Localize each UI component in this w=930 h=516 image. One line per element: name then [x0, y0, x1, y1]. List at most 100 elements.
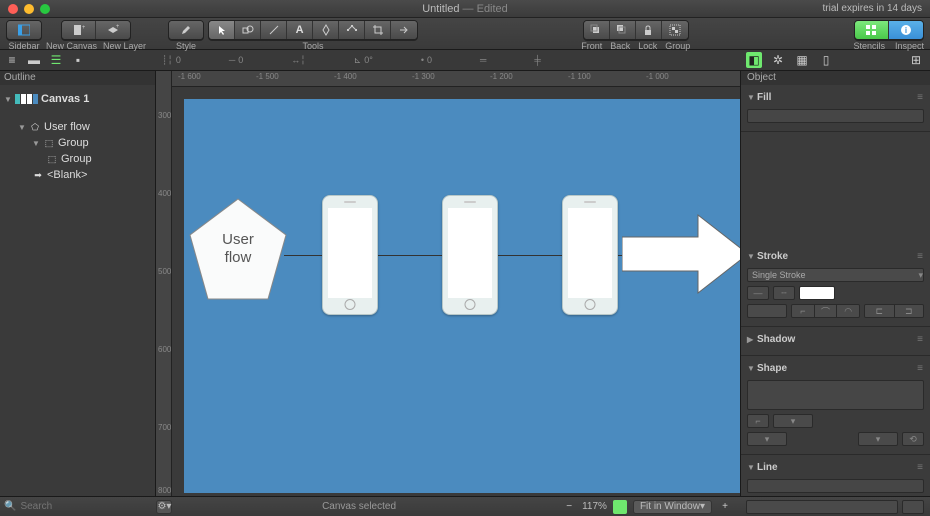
- stamp-tool-button[interactable]: [391, 21, 417, 39]
- bring-front-button[interactable]: [584, 21, 610, 39]
- tree-canvas-row[interactable]: ▼ Canvas 1: [0, 91, 155, 107]
- style-button[interactable]: [169, 21, 203, 39]
- section-menu-icon[interactable]: ≡: [917, 251, 924, 262]
- lock-button[interactable]: [636, 21, 662, 39]
- window-minimize-button[interactable]: [24, 4, 34, 14]
- pentagon-icon: ⬠: [29, 121, 41, 133]
- ruler-tick: 400: [158, 189, 171, 198]
- pen-tool-button[interactable]: [313, 21, 339, 39]
- horizontal-ruler[interactable]: -1 600 -1 500 -1 400 -1 300 -1 200 -1 10…: [172, 71, 740, 87]
- disclosure-icon[interactable]: ▼: [4, 95, 12, 104]
- search-input[interactable]: [20, 501, 152, 512]
- arrow-right-icon: [398, 24, 410, 36]
- shape-lock-button[interactable]: ⟲: [902, 432, 924, 446]
- tree-label: Group: [61, 153, 92, 165]
- crop-icon: [372, 24, 384, 36]
- ruler-tick: -1 200: [490, 72, 513, 81]
- points-field[interactable]: ▾: [747, 432, 787, 446]
- new-layer-button[interactable]: +: [96, 21, 130, 39]
- object-inspector-button[interactable]: ◧: [746, 52, 762, 68]
- corner-radius-field[interactable]: ▾: [773, 414, 813, 428]
- sub-toolbar: ≡ ▬ ☰ ▪ ┊╎0 ─ 0 ↔╎ ⊾ 0° • 0 ═ ╪ ◧ ✲ ▦ ▯ …: [0, 50, 930, 71]
- text-tool-button[interactable]: A: [287, 21, 313, 39]
- canvas-page[interactable]: Userflow: [184, 99, 740, 493]
- canvas-view-button[interactable]: ▬: [26, 52, 42, 68]
- sidebar-toggle-button[interactable]: [7, 21, 41, 39]
- stroke-type-select[interactable]: Single Stroke▾: [747, 268, 924, 282]
- stroke-weight-stepper[interactable]: —: [747, 286, 769, 300]
- stroke-dash-select[interactable]: ╌: [773, 286, 795, 300]
- inspector-footer-control[interactable]: [746, 500, 898, 514]
- arrow-shape[interactable]: [622, 213, 740, 298]
- text-a-icon: A: [296, 24, 304, 36]
- phone-shape[interactable]: [322, 195, 378, 315]
- inspector-footer-button[interactable]: [902, 500, 924, 514]
- stroke-color-swatch[interactable]: [799, 286, 835, 300]
- tree-userflow-row[interactable]: ▼ ⬠ User flow: [0, 119, 155, 135]
- disclosure-icon[interactable]: ▼: [747, 93, 757, 102]
- canvas-inspector-button[interactable]: ▦: [794, 52, 810, 68]
- grid-toggle-button[interactable]: ⊞: [908, 52, 924, 68]
- document-inspector-button[interactable]: ▯: [818, 52, 834, 68]
- crop-tool-button[interactable]: [365, 21, 391, 39]
- window-zoom-button[interactable]: [40, 4, 50, 14]
- info-icon: i: [900, 24, 912, 36]
- cap-style-segment[interactable]: ⊏⊐: [864, 304, 924, 318]
- disclosure-icon[interactable]: ▼: [747, 463, 757, 472]
- tree-blank-row[interactable]: ➡ <Blank>: [0, 167, 155, 183]
- star-field[interactable]: ▾: [858, 432, 898, 446]
- shape-tool-button[interactable]: [235, 21, 261, 39]
- properties-inspector-button[interactable]: ✲: [770, 52, 786, 68]
- tree-label: Canvas 1: [41, 93, 89, 105]
- trial-notice: trial expires in 14 days: [823, 3, 923, 14]
- section-title: Line: [757, 462, 778, 473]
- disclosure-icon[interactable]: ▼: [747, 364, 757, 373]
- disclosure-icon[interactable]: ▼: [32, 139, 40, 148]
- section-menu-icon[interactable]: ≡: [917, 92, 924, 103]
- outline-view-button[interactable]: ☰: [48, 52, 64, 68]
- arrow-shape-icon: ➡: [32, 169, 44, 181]
- phone-shape[interactable]: [562, 195, 618, 315]
- tree-group-row[interactable]: ▼ ⬚ Group: [0, 135, 155, 151]
- disclosure-icon[interactable]: ▼: [747, 252, 757, 261]
- section-menu-icon[interactable]: ≡: [917, 462, 924, 473]
- group-button[interactable]: [662, 21, 688, 39]
- section-title: Fill: [757, 92, 771, 103]
- fill-swatch[interactable]: [747, 109, 924, 123]
- fit-window-select[interactable]: Fit in Window ▾: [633, 500, 712, 514]
- ruler-tick: 700: [158, 423, 171, 432]
- edited-indicator: — Edited: [459, 3, 507, 15]
- pentagon-shape[interactable]: Userflow: [186, 195, 290, 307]
- inspect-button[interactable]: i: [889, 21, 923, 39]
- selection-tool-button[interactable]: [209, 21, 235, 39]
- point-edit-tool-button[interactable]: [339, 21, 365, 39]
- canvas[interactable]: Userflow: [172, 87, 740, 496]
- layers-view-button[interactable]: ≡: [4, 52, 20, 68]
- corner-style-segment[interactable]: ⌐⌒◠: [791, 304, 860, 318]
- stroke-width-field[interactable]: [747, 304, 787, 318]
- line-type-control[interactable]: [747, 479, 924, 493]
- section-menu-icon[interactable]: ≡: [917, 334, 924, 345]
- zoom-out-button[interactable]: −: [562, 500, 576, 514]
- rotation-indicator: ⊾ 0°: [354, 55, 373, 66]
- vertical-ruler[interactable]: 300 400 500 600 700 800: [156, 71, 172, 496]
- sidebar-icon: [18, 24, 30, 36]
- new-canvas-button[interactable]: +: [62, 21, 96, 39]
- stencils-button[interactable]: [855, 21, 889, 39]
- selection-view-button[interactable]: ▪: [70, 52, 86, 68]
- disclosure-icon[interactable]: ▼: [18, 123, 26, 132]
- window-close-button[interactable]: [8, 4, 18, 14]
- shape-preview[interactable]: [747, 380, 924, 410]
- corner-radius-control[interactable]: ⌐: [747, 414, 769, 428]
- inspector: Object ▼Fill≡ ▼Stroke≡ Single Stroke▾ — …: [740, 71, 930, 496]
- svg-text:+: +: [116, 24, 119, 30]
- document-name: Untitled: [422, 3, 459, 15]
- phone-shape[interactable]: [442, 195, 498, 315]
- disclosure-icon[interactable]: ▶: [747, 335, 757, 344]
- section-menu-icon[interactable]: ≡: [917, 363, 924, 374]
- line-tool-button[interactable]: [261, 21, 287, 39]
- zoom-mode-indicator[interactable]: [613, 500, 627, 514]
- zoom-in-button[interactable]: +: [718, 500, 732, 514]
- send-back-button[interactable]: [610, 21, 636, 39]
- tree-group-row[interactable]: ⬚ Group: [0, 151, 155, 167]
